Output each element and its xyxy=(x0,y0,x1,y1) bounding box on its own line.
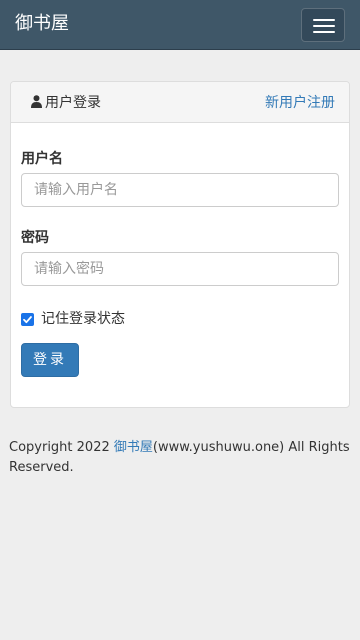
login-panel: 用户登录 新用户注册 用户名 密码 记住登录状态 登录 xyxy=(10,81,350,408)
password-input[interactable] xyxy=(21,252,339,286)
menu-toggle-button[interactable] xyxy=(301,8,345,42)
hamburger-icon xyxy=(313,25,335,27)
user-icon xyxy=(31,95,42,108)
remember-label[interactable]: 记住登录状态 xyxy=(41,310,125,328)
footer-copyright-prefix: Copyright 2022 xyxy=(9,440,114,455)
username-input[interactable] xyxy=(21,173,339,207)
panel-title-text: 用户登录 xyxy=(45,95,101,111)
hamburger-icon xyxy=(313,19,335,21)
navbar: 御书屋 xyxy=(0,0,360,50)
check-icon xyxy=(23,316,32,324)
panel-heading: 用户登录 新用户注册 xyxy=(11,82,349,123)
remember-checkbox[interactable] xyxy=(21,313,34,326)
brand-logo[interactable]: 御书屋 xyxy=(15,12,69,36)
footer: Copyright 2022 御书屋(www.yushuwu.one) All … xyxy=(9,438,351,478)
username-label: 用户名 xyxy=(21,151,63,167)
hamburger-icon xyxy=(313,31,335,33)
register-link[interactable]: 新用户注册 xyxy=(265,94,335,112)
password-label: 密码 xyxy=(21,230,49,246)
panel-title: 用户登录 xyxy=(31,94,101,112)
footer-site-link[interactable]: 御书屋 xyxy=(114,440,153,455)
login-button[interactable]: 登录 xyxy=(21,343,79,377)
